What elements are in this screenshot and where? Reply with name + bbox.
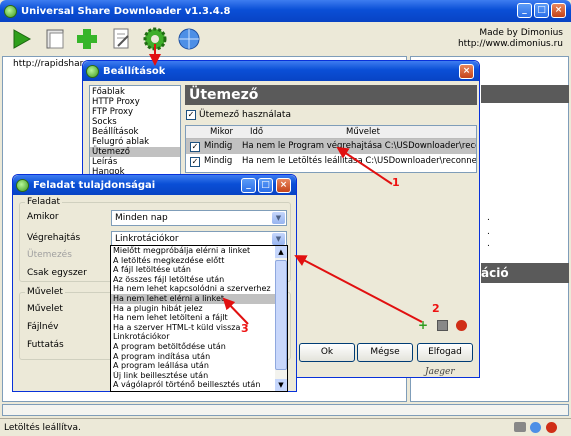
annotation-label-3: 3	[241, 322, 249, 335]
annotation-arrow-2	[294, 255, 423, 323]
annotation-label-1: 1	[392, 176, 400, 189]
annotation-arrows	[149, 44, 423, 325]
annotation-label-2: 2	[432, 302, 440, 315]
annotation-arrow-3	[222, 297, 249, 325]
annotation-arrow-1	[336, 146, 393, 185]
